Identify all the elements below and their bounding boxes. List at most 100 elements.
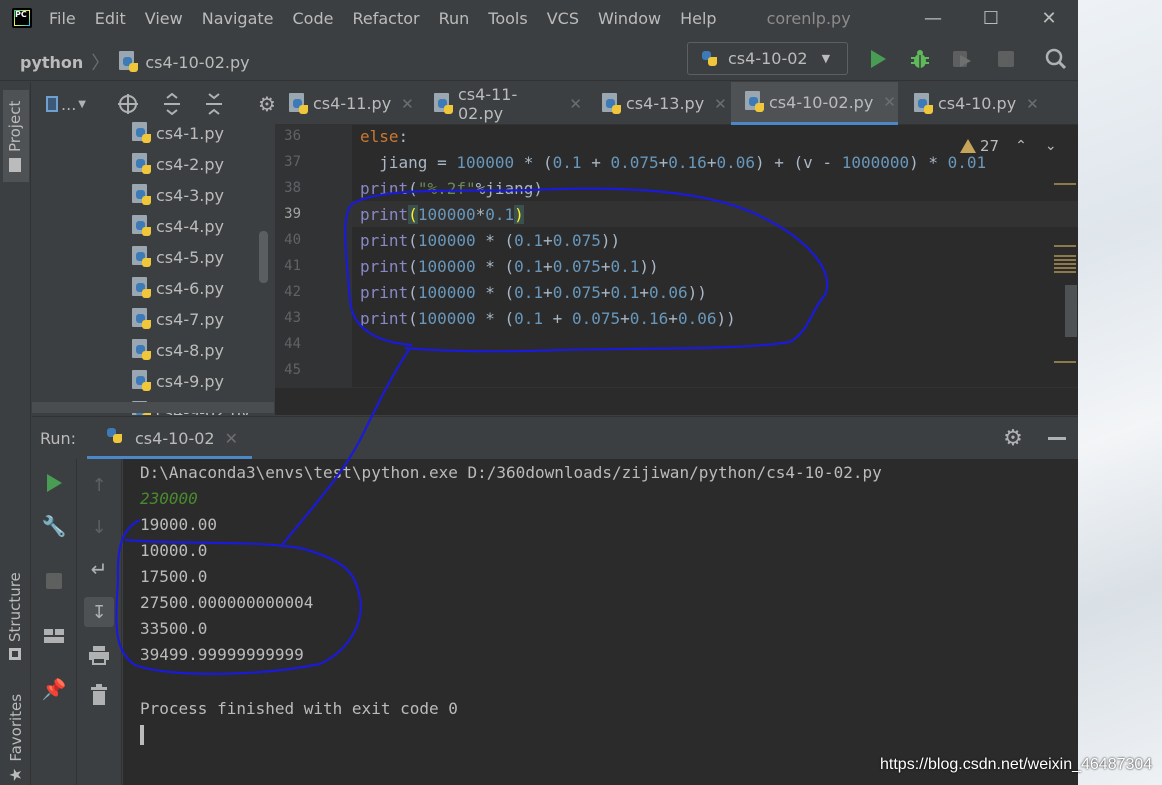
line-number: 39 [284,206,301,222]
close-tab-icon[interactable]: ✕ [569,95,582,113]
close-tab-icon[interactable]: ✕ [225,429,238,448]
menu-window[interactable]: Window [598,9,661,28]
tab-cs4-10[interactable]: cs4-10.py ✕ [900,82,1039,125]
navigation-bar: python 〉 cs4-10-02.py cs4-10-02 ▼ [0,36,1078,81]
tab-cs4-10-02[interactable]: cs4-10-02.py ✕ [731,82,898,125]
scroll-to-end-button[interactable]: ↧ [84,597,114,627]
tree-item-file[interactable]: cs4-3.py [130,181,224,209]
menu-edit[interactable]: Edit [95,9,126,28]
scroll-up-button[interactable]: ↑ [87,473,111,497]
tree-item-file[interactable]: cs4-9.py [130,367,224,395]
python-file-icon [117,51,139,73]
project-tree-scrollbar[interactable] [259,231,268,283]
arrow-up-icon: ↑ [91,474,107,496]
warning-marker[interactable] [1054,183,1076,185]
soft-wrap-button[interactable]: ↵ [87,557,111,581]
python-icon [702,50,718,67]
tree-item-file[interactable]: cs4-8.py [130,336,224,364]
python-file-icon [130,339,152,361]
warning-marker[interactable] [1054,245,1076,247]
menu-refactor[interactable]: Refactor [352,9,419,28]
project-tree-horizontal-scrollbar[interactable] [32,402,274,413]
search-everywhere-button[interactable] [1045,48,1067,70]
chevron-down-icon[interactable]: ⌄ [1045,138,1057,154]
star-icon: ★ [6,767,25,782]
close-tab-icon[interactable]: ✕ [401,95,414,113]
menu-code[interactable]: Code [293,9,334,28]
tree-item-file[interactable]: cs4-6.py [130,274,224,302]
favorites-tool-tab[interactable]: ★ Favorites [3,682,29,782]
breadcrumb-file[interactable]: cs4-10-02.py [145,53,249,72]
tree-item-file[interactable]: cs4-5.py [130,243,224,271]
menu-view[interactable]: View [145,9,183,28]
gear-icon: ⚙ [1003,425,1023,451]
inspection-widget[interactable]: 27 ⌃ ⌄ [960,137,1057,155]
hide-panel-button[interactable] [1044,425,1070,451]
code-editor[interactable]: 36 37 38 39 40 41 42 43 44 45 else: jian… [275,125,1078,415]
collapse-all-button[interactable] [202,93,226,115]
watermark: https://blog.csdn.net/weixin_46487304 [880,756,1153,773]
tree-item-file[interactable]: cs4-7.py [130,305,224,333]
close-tab-icon[interactable]: ✕ [714,95,727,113]
code-line: print(100000 * (0.1+0.075)) [360,231,621,250]
python-file-icon [130,277,152,299]
run-settings-button[interactable]: ⚙ [1000,425,1026,451]
run-toolbar-secondary: ↑ ↓ ↵ ↧ [77,459,122,785]
menu-navigate[interactable]: Navigate [202,9,274,28]
tab-cs4-11[interactable]: cs4-11.py ✕ [275,82,414,125]
breadcrumb-project[interactable]: python [20,53,83,72]
warning-marker[interactable] [1054,361,1076,363]
tree-item-file[interactable]: cs4-4.py [130,212,224,240]
editor-error-stripe[interactable] [1054,175,1077,415]
tree-item-file[interactable]: cs4-1.py [130,119,224,147]
debug-button[interactable] [909,48,931,70]
menu-file[interactable]: File [49,9,76,28]
edit-configuration-button[interactable]: 🔧 [42,514,67,538]
run-panel-header: Run: cs4-10-02 ✕ ⚙ [32,416,1078,459]
warning-icon [960,139,976,153]
coverage-button[interactable] [951,48,973,70]
editor-horizontal-scrollbar[interactable] [275,387,1078,415]
structure-tool-tab[interactable]: Structure [3,560,29,668]
stop-button[interactable] [995,48,1017,70]
line-number: 42 [284,284,301,300]
print-button[interactable] [87,643,111,667]
tab-cs4-13[interactable]: cs4-13.py ✕ [588,82,727,125]
editor-scrollbar-thumb[interactable] [1065,285,1077,337]
tab-cs4-11-02[interactable]: cs4-11-02.py ✕ [420,82,582,125]
maximize-icon[interactable]: ☐ [962,0,1020,36]
close-tab-icon[interactable]: ✕ [883,93,896,111]
run-tab-cs4-10-02[interactable]: cs4-10-02 ✕ [87,417,597,459]
code-line: print(100000*0.1) [360,205,524,224]
run-icon [47,474,62,492]
run-configuration-select[interactable]: cs4-10-02 ▼ [687,42,848,75]
menu-bar: PC File Edit View Navigate Code Refactor… [0,0,1078,36]
run-button[interactable] [867,48,889,70]
code-line: jiang = 100000 * (0.1 + 0.075+0.16+0.06)… [360,153,987,172]
warning-marker[interactable] [1054,255,1076,275]
project-view-select[interactable]: ... ▼ [46,93,86,115]
expand-all-button[interactable] [160,93,184,115]
line-number: 43 [284,310,301,326]
pin-tab-button[interactable]: 📌 [42,677,67,701]
clear-all-button[interactable] [87,683,111,707]
rerun-button[interactable] [42,471,66,495]
close-tab-icon[interactable]: ✕ [1026,95,1039,113]
tree-item-file[interactable]: cs4-2.py [130,150,224,178]
menu-help[interactable]: Help [680,9,716,28]
locate-file-button[interactable] [116,93,140,115]
python-file-icon [743,91,765,113]
stop-button[interactable] [42,569,66,593]
project-tool-tab[interactable]: Project [3,90,29,182]
chevron-up-icon[interactable]: ⌃ [1015,138,1027,154]
close-window-icon[interactable]: ✕ [1020,0,1078,36]
menu-tools[interactable]: Tools [488,9,527,28]
trash-icon [91,684,107,705]
code-line: else: [360,127,409,146]
menu-run[interactable]: Run [439,9,470,28]
layout-button[interactable] [42,624,66,648]
scroll-down-button[interactable]: ↓ [87,515,111,539]
menu-vcs[interactable]: VCS [547,9,579,28]
run-console-output[interactable]: D:\Anaconda3\envs\test\python.exe D:/360… [123,459,1078,785]
minimize-icon[interactable]: — [904,0,962,36]
